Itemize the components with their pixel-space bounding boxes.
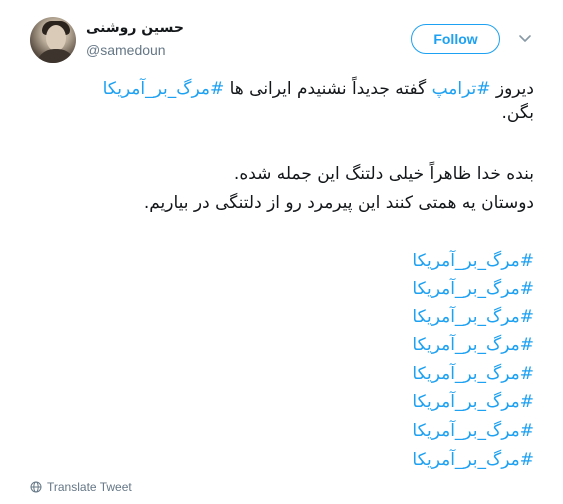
hashtag-link[interactable]: #مرگ_بر_آمریکا — [30, 363, 534, 386]
hashtag-link[interactable]: #مرگ_بر_آمریکا — [103, 79, 225, 99]
tweet-text: گفته جدیداً نشنیدم ایرانی ها — [224, 79, 432, 99]
tweet-text-line-4: دوستان یه همتی کنند این پیرمرد رو از دلت… — [143, 193, 534, 213]
hashtag-link[interactable]: #مرگ_بر_آمریکا — [30, 420, 534, 443]
hashtag-link[interactable]: #مرگ_بر_آمریکا — [30, 306, 534, 329]
author-name[interactable]: حسین روشنی — [86, 20, 184, 36]
hashtag-link[interactable]: #مرگ_بر_آمریکا — [30, 250, 534, 273]
tweet-text-line-3: بنده خدا ظاهراً خیلی دلتنگ این جمله شده. — [233, 164, 534, 184]
avatar[interactable] — [30, 17, 76, 63]
hashtag-link[interactable]: #مرگ_بر_آمریکا — [30, 334, 534, 357]
translate-tweet-link[interactable]: Translate Tweet — [30, 480, 132, 494]
tweet-text-line-2: بگن. — [501, 103, 534, 123]
hashtag-link[interactable]: #مرگ_بر_آمریکا — [30, 391, 534, 414]
hashtag-link[interactable]: #ترامپ — [432, 79, 491, 99]
author-handle[interactable]: @samedoun — [86, 42, 166, 58]
follow-button[interactable]: Follow — [411, 24, 500, 54]
tweet-card: حسین روشنی @samedoun Follow دیروز #ترامپ… — [0, 0, 563, 504]
tweet-text-line-1: دیروز #ترامپ گفته جدیداً نشنیدم ایرانی ه… — [30, 78, 534, 101]
globe-icon — [30, 481, 42, 493]
tweet-text: دیروز — [490, 79, 534, 99]
translate-tweet-label: Translate Tweet — [47, 480, 132, 494]
chevron-down-icon[interactable] — [518, 33, 532, 45]
hashtag-link[interactable]: #مرگ_بر_آمریکا — [30, 278, 534, 301]
hashtag-link[interactable]: #مرگ_بر_آمریکا — [30, 449, 534, 472]
